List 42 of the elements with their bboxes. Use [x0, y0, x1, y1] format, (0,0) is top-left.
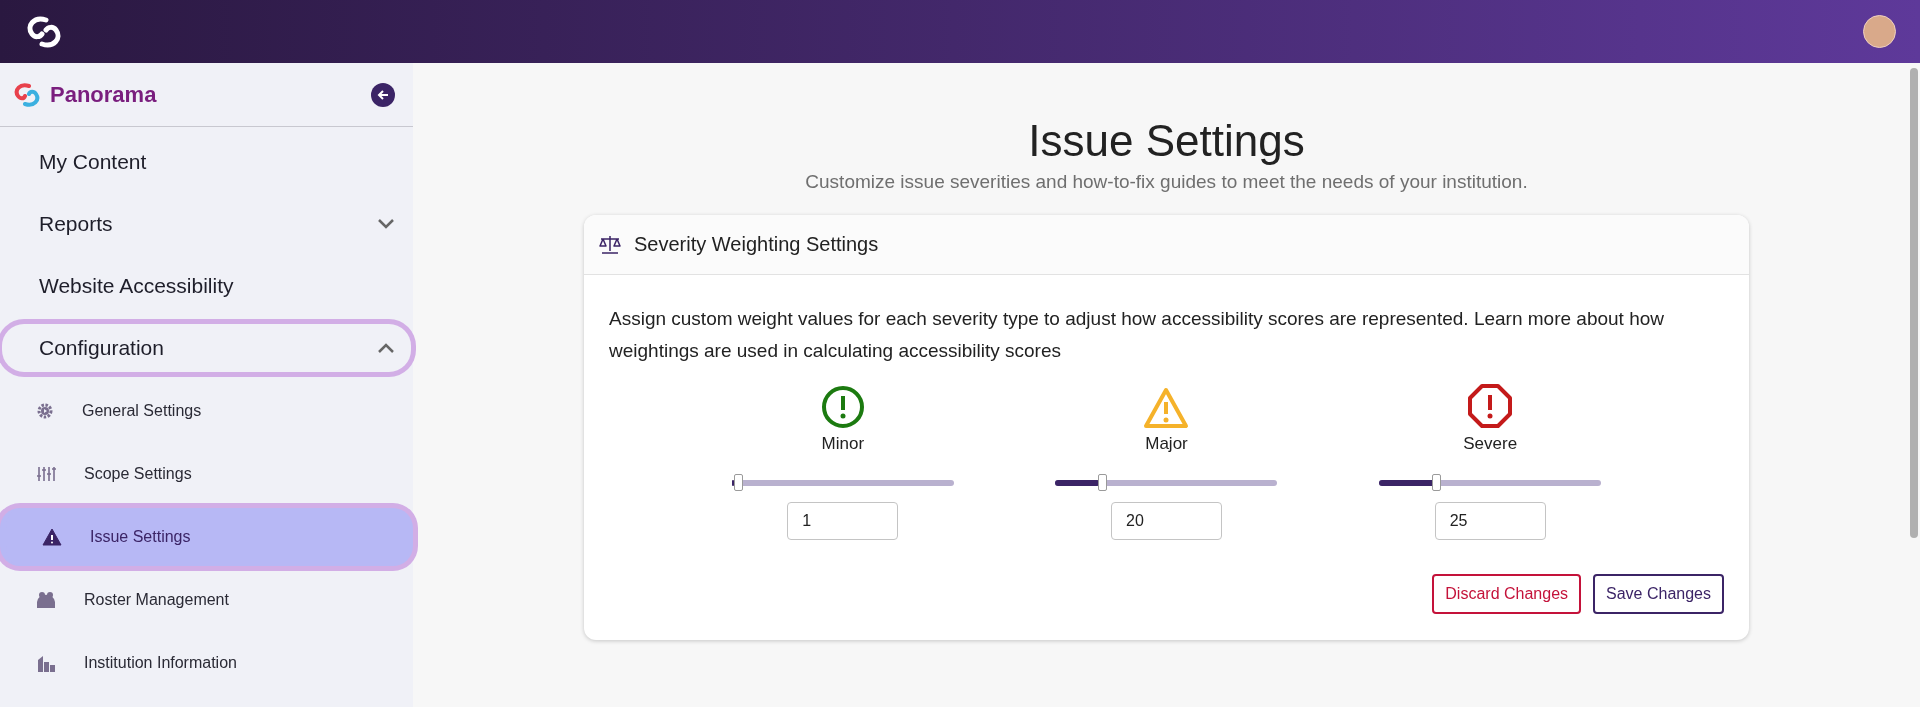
building-icon	[36, 653, 56, 672]
card-description: Assign custom weight values for each severity type to adjust how accessibility scores are represented. Learn more about how weightings are used in calculating accessibility scores	[609, 306, 1666, 363]
discard-button[interactable]: Discard Changes	[1432, 574, 1582, 614]
slider[interactable]	[1379, 474, 1602, 491]
nav-subitem[interactable]: Roster Management	[0, 570, 413, 629]
chevron-up-icon	[377, 342, 395, 354]
page-title: Issue Settings	[1028, 115, 1305, 167]
nav-subitem[interactable]: Scope Settings	[0, 444, 413, 503]
severity-label: Severe	[1463, 432, 1518, 455]
people-icon	[36, 590, 56, 609]
nav-item[interactable]: Website Accessibility	[2, 262, 411, 310]
nav-subitem[interactable]: Institution Information	[0, 633, 413, 692]
avatar[interactable]	[1863, 15, 1896, 48]
slider-thumb[interactable]	[733, 474, 743, 491]
warning-icon	[1143, 386, 1190, 429]
chevron-down-icon	[377, 218, 395, 230]
slider-thumb[interactable]	[1098, 474, 1108, 491]
nav-item[interactable]: My Content	[2, 138, 411, 186]
slider[interactable]	[731, 474, 954, 491]
page-subtitle: Customize issue severities and how-to-fix guides to meet the needs of your institution.	[805, 170, 1528, 194]
slider[interactable]	[1055, 474, 1278, 491]
collapse-button[interactable]	[371, 82, 395, 107]
weight-input[interactable]: 1	[787, 502, 899, 540]
severity-label: Minor	[821, 432, 865, 455]
app-name: Panorama	[50, 81, 157, 109]
nav-item[interactable]: Configuration	[2, 324, 411, 372]
exclamation-circle-icon	[820, 384, 865, 429]
back-arrow-icon	[377, 88, 389, 101]
card-title: Severity Weighting Settings	[634, 232, 879, 257]
save-button[interactable]: Save Changes	[1593, 574, 1724, 614]
warning-icon	[42, 527, 62, 546]
nav-item[interactable]: Reports	[2, 200, 411, 248]
logo-icon	[12, 81, 42, 108]
scale-icon	[598, 234, 622, 254]
weight-input[interactable]: 20	[1111, 502, 1222, 540]
gear-icon	[36, 401, 54, 420]
weight-input[interactable]: 25	[1434, 502, 1546, 540]
nav-subitem[interactable]: General Settings	[0, 381, 413, 440]
sliders-icon	[36, 464, 56, 483]
slider-thumb[interactable]	[1432, 474, 1442, 491]
severity-label: Major	[1145, 432, 1188, 455]
octagon-alert-icon	[1467, 382, 1514, 429]
